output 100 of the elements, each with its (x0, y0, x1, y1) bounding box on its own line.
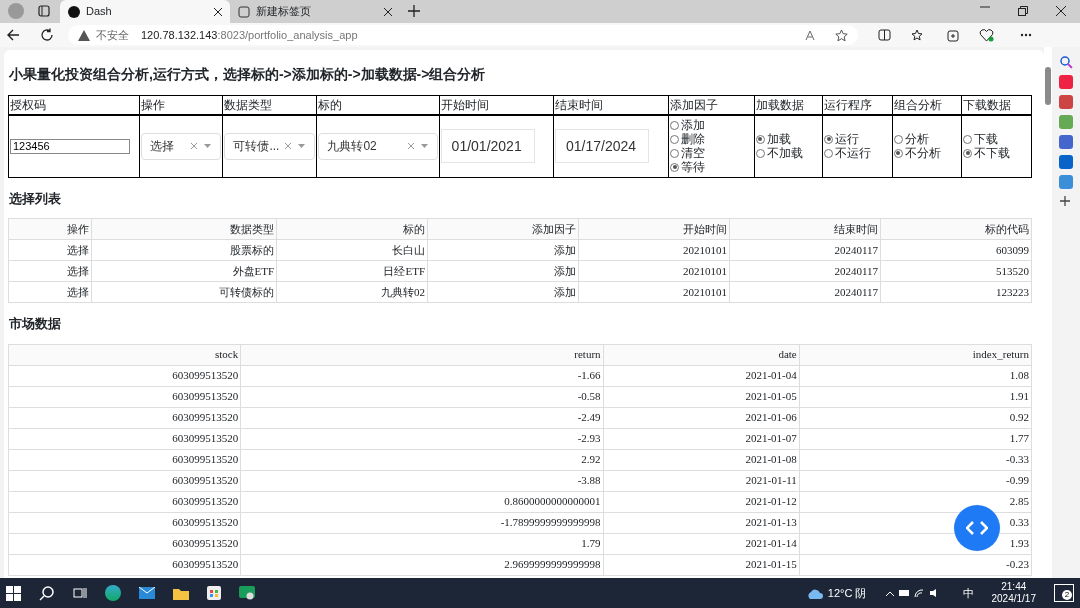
browser-tab[interactable]: 新建标签页 (230, 0, 400, 23)
weather-text[interactable]: 12°C 阴 (827, 584, 867, 602)
favorite-star-icon[interactable] (835, 28, 848, 42)
table-cell: 日经ETF (276, 260, 428, 282)
column-header: date (603, 344, 800, 365)
back-icon[interactable] (6, 28, 20, 42)
column-header: 标的 (316, 95, 440, 115)
table-cell: 603099 (880, 239, 1032, 261)
search-icon[interactable] (39, 585, 55, 601)
more-icon[interactable] (1020, 33, 1032, 37)
dropdown[interactable]: 九典转02 (318, 132, 438, 160)
task-view-icon[interactable] (73, 586, 87, 600)
column-header: 结束时间 (729, 218, 881, 240)
table-cell: 603099513520 (8, 470, 241, 491)
table-cell: 选择 (8, 281, 92, 303)
radio-option[interactable]: 不下载 (963, 146, 1030, 161)
scrollbar-thumb[interactable] (1045, 67, 1051, 105)
table-cell: 2021-01-07 (603, 428, 800, 449)
table-cell: 0.92 (799, 407, 1032, 428)
refresh-icon[interactable] (40, 28, 54, 42)
table-cell: 添加 (427, 281, 579, 303)
auth-code-field[interactable]: 123456 (10, 139, 130, 154)
radio-option[interactable]: 分析 (893, 132, 961, 147)
debug-menu-button[interactable] (954, 505, 1000, 551)
table-cell: 1.79 (240, 533, 604, 554)
column-header: 数据类型 (91, 218, 277, 240)
radio-option[interactable]: 运行 (824, 132, 891, 147)
column-header: 开始时间 (578, 218, 730, 240)
date-field[interactable]: 01/17/2024 (555, 129, 650, 164)
table-cell: 123223 (880, 281, 1032, 303)
browser-tab[interactable]: Dash (60, 0, 230, 23)
table-cell: 603099513520 (8, 533, 241, 554)
close-icon[interactable] (384, 7, 392, 16)
radio-option[interactable]: 添加 (670, 118, 753, 133)
column-header: 结束时间 (553, 95, 669, 115)
folder-icon[interactable] (173, 586, 189, 600)
radio-option[interactable]: 清空 (670, 146, 753, 161)
address-bar[interactable]: 不安全 120.78.132.143:8023/portfolio_analysis_app (68, 25, 858, 45)
table-cell: 九典转02 (276, 281, 428, 303)
table-cell: 2.9699999999999998 (240, 554, 604, 575)
code-brackets-icon (966, 520, 988, 536)
table-cell: 513520 (880, 260, 1032, 282)
table-cell: 20210101 (578, 281, 730, 303)
table-cell: -1.66 (240, 365, 604, 386)
radio-option[interactable]: 不运行 (824, 146, 891, 161)
column-header: 数据类型 (222, 95, 317, 115)
radio-option[interactable]: 等待 (670, 160, 753, 175)
dropdown[interactable]: 选择 (140, 132, 222, 160)
favorites-icon[interactable] (911, 28, 925, 42)
clear-caret-icon[interactable] (406, 142, 429, 151)
table-cell: 603099513520 (8, 365, 241, 386)
date-field[interactable]: 01/01/2021 (440, 129, 535, 164)
section-title: 选择列表 (9, 189, 62, 208)
dropdown[interactable]: 可转债... (224, 132, 316, 160)
column-header: 操作 (139, 95, 223, 115)
notification-button[interactable]: 2 (1054, 584, 1074, 602)
column-header: 标的代码 (880, 218, 1032, 240)
table-cell: 可转债标的 (91, 281, 277, 303)
section-title: 市场数据 (9, 315, 62, 333)
app-logo-icon (68, 5, 80, 18)
table-cell: -0.99 (799, 470, 1032, 491)
table-cell: 20240117 (729, 260, 881, 282)
close-icon[interactable] (214, 7, 222, 16)
tab-actions-icon[interactable] (38, 5, 50, 17)
column-header: return (240, 344, 604, 365)
heart-pulse-icon[interactable] (979, 28, 994, 42)
table-cell: 2021-01-15 (603, 554, 800, 575)
security-label: 不安全 (96, 27, 129, 43)
table-cell: 603099513520 (8, 554, 241, 575)
column-header: 组合分析 (892, 95, 962, 115)
column-header: 加载数据 (754, 95, 823, 115)
table-cell: 20240117 (729, 281, 881, 303)
close-icon[interactable] (1056, 6, 1066, 16)
windows-start-icon[interactable] (6, 585, 21, 601)
split-screen-icon[interactable] (878, 29, 891, 41)
input-method-indicator[interactable]: 中 (962, 584, 974, 602)
table-cell: 添加 (427, 260, 579, 282)
table-cell: -1.7899999999999998 (240, 512, 604, 533)
table-cell: 20210101 (578, 239, 730, 261)
table-cell: 1.91 (799, 386, 1032, 407)
radio-option[interactable]: 不加载 (755, 146, 822, 161)
store-icon[interactable] (207, 586, 221, 600)
radio-option[interactable]: 不分析 (893, 146, 961, 161)
restore-icon[interactable] (1018, 6, 1028, 16)
column-header: 标的 (276, 218, 428, 240)
table-cell: 0.8600000000000001 (240, 491, 604, 512)
clear-caret-icon[interactable] (190, 142, 213, 151)
new-tab-icon[interactable] (408, 5, 420, 17)
table-cell: -0.23 (799, 554, 1032, 575)
table-cell: 选择 (8, 239, 92, 261)
add-icon[interactable] (1059, 195, 1073, 209)
mail-icon[interactable] (139, 587, 155, 599)
radio-option[interactable]: 下载 (963, 132, 1030, 147)
table-cell: 2021-01-08 (603, 449, 800, 470)
clear-caret-icon[interactable] (284, 142, 307, 151)
radio-option[interactable]: 加载 (755, 132, 822, 147)
table-cell: 2021-01-05 (603, 386, 800, 407)
radio-option[interactable]: 删除 (670, 132, 753, 147)
table-cell: 603099513520 (8, 512, 241, 533)
tab-title: Dash (86, 4, 112, 20)
